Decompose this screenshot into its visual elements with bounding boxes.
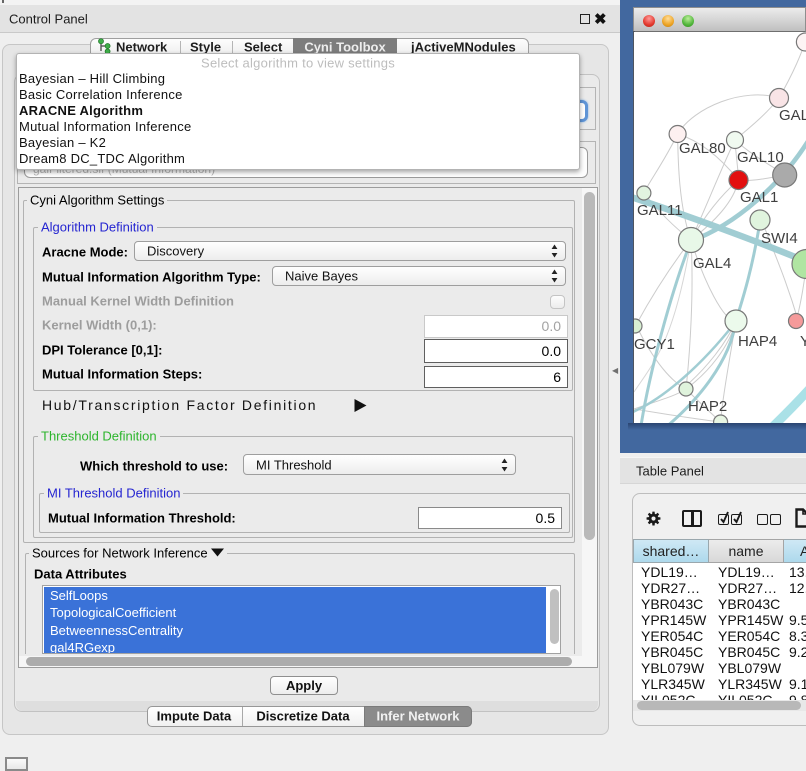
svg-text:GAL11: GAL11 (637, 202, 683, 219)
svg-text:SWI4: SWI4 (761, 230, 798, 247)
svg-text:GAL80: GAL80 (679, 140, 726, 157)
svg-text:GAL4: GAL4 (693, 255, 731, 272)
svg-text:Y: Y (800, 333, 806, 350)
svg-text:GAL: GAL (779, 107, 806, 124)
svg-text:HAP4: HAP4 (738, 333, 777, 350)
svg-text:GAL10: GAL10 (737, 149, 784, 166)
svg-text:GAL1: GAL1 (740, 189, 778, 206)
svg-text:HAP2: HAP2 (688, 398, 727, 415)
svg-text:GCY1: GCY1 (634, 336, 675, 353)
